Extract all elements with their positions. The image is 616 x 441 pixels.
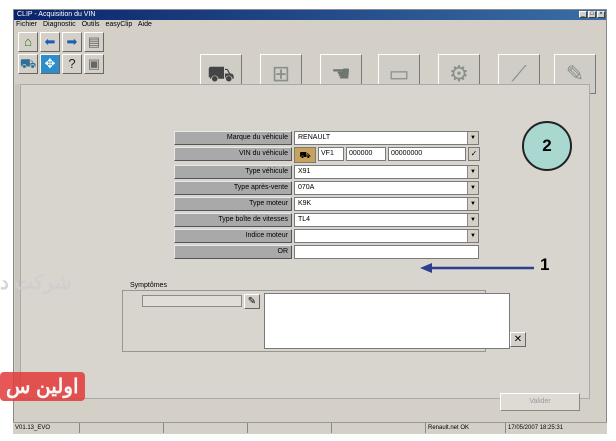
- label-indice-moteur: Indice moteur: [174, 229, 292, 243]
- window-title: CLIP - Acquisition du VIN: [17, 11, 96, 18]
- label-or: OR: [174, 245, 292, 259]
- select-type-moteur[interactable]: K9K ▼: [294, 197, 479, 211]
- label-type-apres-vente: Type après-vente: [174, 181, 292, 195]
- menu-fichier[interactable]: Fichier: [16, 21, 37, 28]
- select-marque[interactable]: RENAULT ▼: [294, 131, 479, 145]
- pages-icon[interactable]: ▤: [84, 32, 104, 52]
- help-icon[interactable]: ?: [62, 54, 82, 74]
- menu-easyclip[interactable]: easyClip: [105, 21, 132, 28]
- value-marque: RENAULT: [298, 134, 331, 141]
- validate-button[interactable]: Valider: [500, 393, 580, 411]
- label-type-vehicule: Type véhicule: [174, 165, 292, 179]
- vin-part-3[interactable]: 00000000: [388, 147, 466, 161]
- symptoms-input[interactable]: [142, 295, 242, 307]
- chevron-down-icon[interactable]: ▼: [467, 198, 478, 210]
- callout-number-2: 2: [522, 121, 572, 171]
- minimize-button[interactable]: _: [579, 11, 587, 18]
- toolbar: ⌂ ⬅ ➡ ▤ ⛟ ✥ ? ▣ ⛟ ⊞ ☚ ▭ ⚙ ⟋ ✎: [14, 30, 606, 94]
- label-vin: VIN du véhicule: [174, 147, 292, 161]
- maximize-button[interactable]: □: [588, 11, 596, 18]
- status-cell-4: [247, 423, 330, 433]
- chevron-down-icon[interactable]: ▼: [467, 132, 478, 144]
- chevron-down-icon[interactable]: ▼: [467, 182, 478, 194]
- chevron-down-icon[interactable]: ▼: [467, 230, 478, 242]
- value-type-moteur: K9K: [298, 200, 312, 207]
- status-datetime: 17/05/2007 18:25:31: [505, 423, 606, 433]
- symptoms-label: Symptômes: [130, 282, 167, 289]
- callout-number-1: 1: [540, 255, 550, 274]
- status-version: V01.13_EVO: [15, 425, 51, 431]
- chevron-down-icon[interactable]: ▼: [467, 214, 478, 226]
- value-type-vehicule: X91: [298, 168, 311, 175]
- chevron-down-icon[interactable]: ▼: [467, 166, 478, 178]
- status-cell-2: [79, 423, 162, 433]
- watermark-text-2: اولین س: [0, 372, 85, 401]
- value-type-boite: TL4: [298, 216, 311, 223]
- label-marque: Marque du véhicule: [174, 131, 292, 145]
- vin-part-1[interactable]: VF1: [318, 147, 344, 161]
- back-arrow-icon[interactable]: ⬅: [40, 32, 60, 52]
- edit-icon[interactable]: ✎: [244, 294, 260, 309]
- clear-icon[interactable]: ✕: [510, 332, 526, 347]
- network-icon[interactable]: ✥: [40, 54, 60, 74]
- symptoms-textarea[interactable]: [264, 293, 510, 349]
- status-connection: Renault.net OK: [425, 423, 504, 433]
- car-icon[interactable]: ▣: [84, 54, 104, 74]
- label-type-boite: Type boîte de vitesses: [174, 213, 292, 227]
- menu-outils[interactable]: Outils: [82, 21, 100, 28]
- select-type-vehicule[interactable]: X91 ▼: [294, 165, 479, 179]
- vin-part-2[interactable]: 000000: [346, 147, 386, 161]
- callout-arrow-icon: [420, 263, 534, 273]
- close-button[interactable]: ×: [597, 11, 605, 18]
- status-bar: V01.13_EVO Renault.net OK 17/05/2007 18:…: [13, 422, 607, 434]
- status-cell-5: [331, 423, 414, 433]
- forward-arrow-icon[interactable]: ➡: [62, 32, 82, 52]
- select-indice-moteur[interactable]: ▼: [294, 229, 479, 243]
- menu-bar: Fichier Diagnostic Outils easyClip Aide: [14, 20, 606, 30]
- select-type-apres-vente[interactable]: 070A ▼: [294, 181, 479, 195]
- value-type-apres-vente: 070A: [298, 184, 315, 191]
- input-or[interactable]: [294, 245, 479, 259]
- title-bar: CLIP - Acquisition du VIN _ □ ×: [14, 10, 606, 20]
- label-type-moteur: Type moteur: [174, 197, 292, 211]
- menu-aide[interactable]: Aide: [138, 21, 152, 28]
- vin-reader-icon[interactable]: ⛟: [294, 147, 316, 163]
- home-icon[interactable]: ⌂: [18, 32, 38, 52]
- menu-diagnostic[interactable]: Diagnostic: [43, 21, 76, 28]
- vin-validate-icon[interactable]: ✓: [468, 147, 480, 161]
- status-cell-3: [163, 423, 246, 433]
- vehicle-link-icon[interactable]: ⛟: [18, 54, 38, 74]
- watermark-text-1: شرکت د: [0, 272, 72, 294]
- select-type-boite[interactable]: TL4 ▼: [294, 213, 479, 227]
